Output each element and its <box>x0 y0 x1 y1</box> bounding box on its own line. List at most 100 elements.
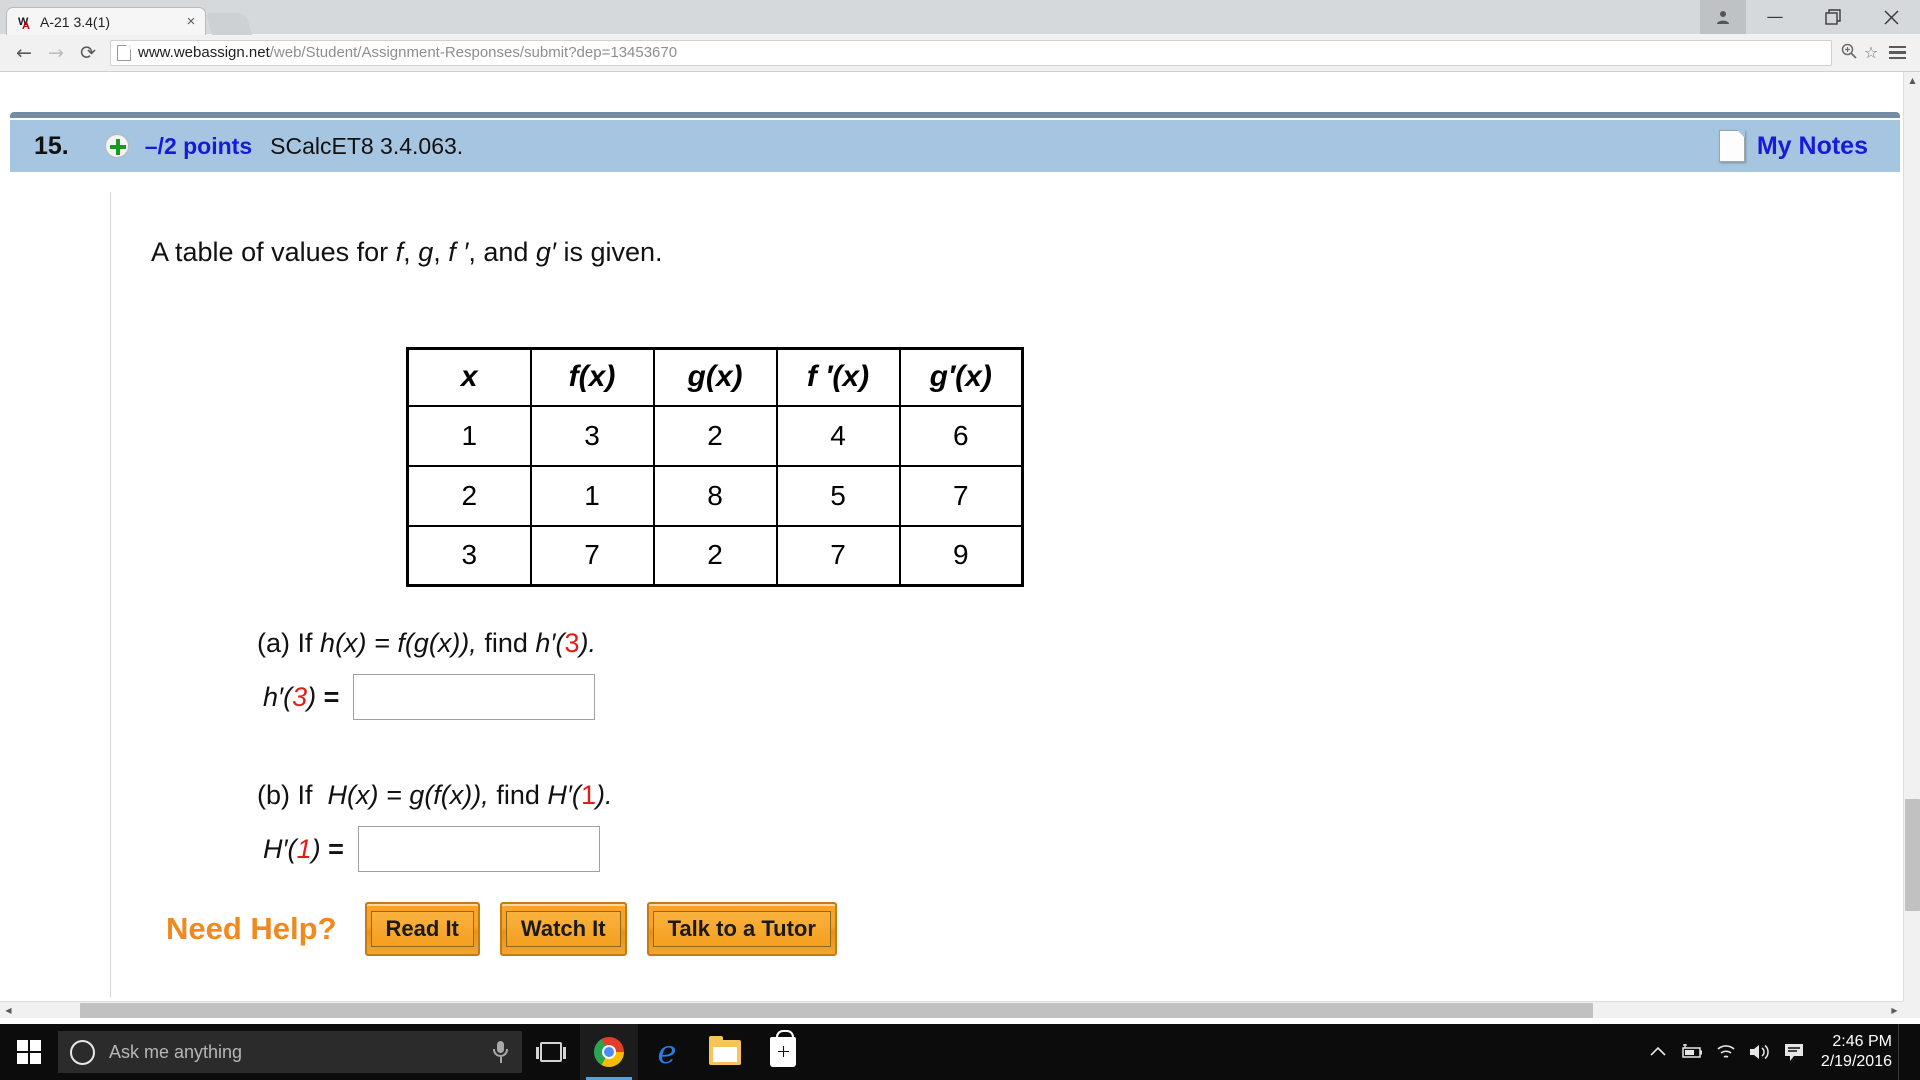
table-cell: 2 <box>652 524 778 587</box>
scrollbar-corner <box>1903 1001 1920 1018</box>
question-prompt: A table of values for f, g, f ′, and g′ … <box>151 237 663 268</box>
talk-to-a-tutor-button[interactable]: Talk to a Tutor <box>646 902 837 956</box>
table-header-cell: f(x) <box>529 347 655 407</box>
action-center-button[interactable] <box>1777 1024 1811 1080</box>
taskbar-item-store[interactable] <box>754 1024 812 1080</box>
part-a-equals: = <box>323 681 340 712</box>
note-page-icon <box>1718 130 1745 162</box>
horizontal-scrollbar-thumb[interactable] <box>80 1003 1593 1018</box>
windows-taskbar: Ask me anything e 2:46 PM 2/19/2016 <box>0 1024 1920 1080</box>
part-a-if: If <box>297 628 313 658</box>
windows-logo-icon <box>17 1040 41 1064</box>
question-body: A table of values for f, g, f ′, and g′ … <box>110 192 1810 997</box>
question-header-banner: 15. –/2 points SCalcET8 3.4.063. My Note… <box>10 118 1900 172</box>
clock-time: 2:46 PM <box>1832 1033 1892 1050</box>
edge-icon: e <box>657 1033 677 1071</box>
prompt-c2: , <box>433 237 449 267</box>
page-document-icon <box>117 44 131 61</box>
watch-it-button[interactable]: Watch It <box>499 902 627 956</box>
part-b-answer-close: ) <box>311 833 321 864</box>
reload-icon: ⟳ <box>80 41 96 64</box>
hamburger-icon-line <box>1888 45 1906 49</box>
task-view-icon <box>536 1042 566 1062</box>
question-points[interactable]: –/2 points <box>145 133 252 160</box>
table-cell: 3 <box>529 404 655 467</box>
watch-it-button-inner: Watch It <box>505 911 621 947</box>
part-a-target-close: ). <box>579 628 597 658</box>
microphone-icon[interactable] <box>490 1040 510 1064</box>
vertical-scrollbar[interactable]: ▲ ▼ <box>1903 72 1920 1018</box>
table-row: 2 1 8 5 7 <box>406 464 1024 527</box>
volume-button[interactable] <box>1743 1024 1777 1080</box>
chrome-menu-button[interactable] <box>1882 39 1912 67</box>
close-window-button[interactable] <box>1862 0 1920 34</box>
show-hidden-icons-button[interactable] <box>1641 1024 1675 1080</box>
chrome-icon <box>594 1037 624 1067</box>
wifi-icon <box>1717 1045 1735 1058</box>
prompt-text-a: A table of values for <box>151 237 396 267</box>
part-a-target-arg: 3 <box>564 628 580 658</box>
task-view-button[interactable] <box>522 1024 580 1080</box>
back-button[interactable]: ← <box>8 39 40 67</box>
question-number: 15. <box>34 131 69 160</box>
window-controls: — <box>1700 0 1920 34</box>
bookmark-button[interactable]: ☆ <box>1860 43 1882 62</box>
part-b-answer-input[interactable] <box>357 826 600 872</box>
scroll-right-arrow-icon[interactable]: ▶ <box>1886 1002 1903 1018</box>
url-text: www.webassign.net/web/Student/Assignment… <box>138 44 677 61</box>
values-table: x f(x) g(x) f ′(x) g′(x) 1 3 2 4 6 2 1 8… <box>406 347 1024 587</box>
battery-button[interactable] <box>1675 1024 1709 1080</box>
folder-icon <box>709 1035 741 1065</box>
my-notes-button[interactable]: My Notes <box>1718 130 1868 162</box>
expand-plus-icon[interactable] <box>104 134 129 158</box>
part-a-answer-label: h′(3) = <box>263 682 339 713</box>
reload-button[interactable]: ⟳ <box>72 39 104 67</box>
scroll-up-arrow-icon[interactable]: ▲ <box>1904 72 1920 89</box>
maximize-button[interactable] <box>1804 0 1862 34</box>
read-it-button[interactable]: Read It <box>364 902 480 956</box>
horizontal-scrollbar[interactable]: ◀ ▶ <box>0 1001 1903 1018</box>
system-tray: 2:46 PM 2/19/2016 <box>1641 1024 1920 1080</box>
close-tab-icon[interactable]: × <box>183 14 199 30</box>
network-button[interactable] <box>1709 1024 1743 1080</box>
taskbar-item-edge[interactable]: e <box>638 1024 696 1080</box>
table-header-cell: g(x) <box>652 347 778 407</box>
show-desktop-button[interactable] <box>1898 1024 1906 1080</box>
chevron-up-icon <box>1650 1046 1666 1056</box>
part-b-target-close: ). <box>595 780 613 810</box>
cortana-search-box[interactable]: Ask me anything <box>58 1031 522 1073</box>
zoom-indicator-button[interactable] <box>1838 42 1860 64</box>
taskbar-item-chrome[interactable] <box>580 1024 638 1080</box>
taskbar-item-file-explorer[interactable] <box>696 1024 754 1080</box>
new-tab-button[interactable] <box>205 13 253 35</box>
profile-button[interactable] <box>1700 0 1746 34</box>
part-a-marker: (a) <box>257 628 290 658</box>
clock[interactable]: 2:46 PM 2/19/2016 <box>1821 1032 1892 1072</box>
part-a-answer-arg: 3 <box>292 681 308 712</box>
prompt-f-prime: f ′ <box>448 237 469 267</box>
table-header-cell: x <box>406 347 532 407</box>
browser-tab[interactable]: WA A-21 3.4(1) × <box>6 7 206 35</box>
forward-button[interactable]: → <box>40 39 72 67</box>
back-arrow-icon: ← <box>16 41 32 64</box>
table-cell: 7 <box>529 524 655 587</box>
table-header-row: x f(x) g(x) f ′(x) g′(x) <box>406 347 1024 407</box>
person-icon <box>1717 11 1729 24</box>
tab-title: A-21 3.4(1) <box>40 13 111 30</box>
need-help-section: Need Help? Read It Watch It Talk to a Tu… <box>166 902 857 956</box>
search-placeholder: Ask me anything <box>109 1041 243 1062</box>
table-cell: 7 <box>898 464 1024 527</box>
part-a-answer-fn: h′( <box>263 681 293 712</box>
prompt-end: is given. <box>555 237 663 267</box>
address-bar[interactable]: www.webassign.net/web/Student/Assignment… <box>110 39 1832 66</box>
part-a-answer-input[interactable] <box>353 674 596 720</box>
minimize-button[interactable]: — <box>1746 0 1804 34</box>
part-a-find: find <box>484 628 528 658</box>
cortana-ring-icon <box>70 1039 95 1065</box>
minimize-icon: — <box>1766 6 1784 27</box>
part-b-equals: = <box>328 833 344 864</box>
start-button[interactable] <box>0 1024 58 1080</box>
scroll-left-arrow-icon[interactable]: ◀ <box>0 1002 17 1018</box>
part-b-answer-fn: H′( <box>263 833 297 864</box>
vertical-scrollbar-thumb[interactable] <box>1905 799 1920 911</box>
